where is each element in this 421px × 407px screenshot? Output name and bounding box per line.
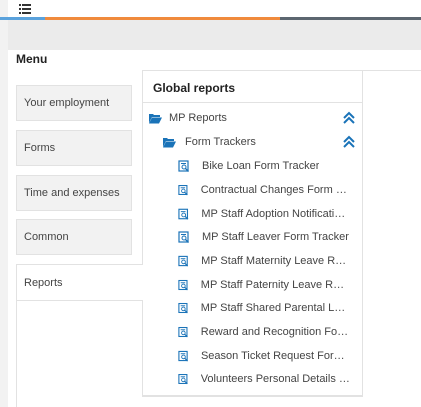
panel-title: Global reports	[153, 81, 236, 95]
folder-label: MP Reports	[169, 112, 227, 124]
report-icon	[178, 350, 189, 362]
report-item[interactable]: Bike Loan Form Tracker	[178, 160, 350, 172]
report-item[interactable]: MP Staff Shared Parental Leave...	[178, 302, 350, 314]
report-item[interactable]: MP Staff Maternity Leave Requ...	[178, 255, 350, 267]
report-icon	[178, 185, 188, 196]
report-icon	[178, 255, 189, 267]
report-label: Season Ticket Request Form Tr...	[200, 350, 350, 362]
report-item[interactable]: Volunteers Personal Details Cha...	[178, 373, 350, 385]
double-chevron-up-icon[interactable]	[342, 111, 356, 125]
panel-bottom-rule	[142, 396, 363, 397]
menu-item-label: Forms	[24, 142, 56, 154]
report-icon	[178, 208, 189, 220]
report-label: Reward and Recognition Form T...	[200, 326, 350, 338]
menu-item-label: Your employment	[24, 97, 110, 109]
hamburger-button[interactable]	[8, 0, 41, 18]
report-icon	[178, 374, 188, 385]
menu-icon	[18, 4, 31, 14]
folder-open-icon	[163, 137, 176, 147]
report-icon	[178, 231, 189, 243]
menu-item-time-and-expenses[interactable]: Time and expenses	[16, 175, 132, 211]
panel-top-rule	[363, 70, 421, 71]
report-label: MP Staff Adoption Notification ...	[201, 208, 350, 220]
menu-item-forms[interactable]: Forms	[16, 130, 132, 166]
menu-item-common[interactable]: Common	[16, 219, 132, 255]
menu-item-reports[interactable]: Reports	[16, 264, 143, 301]
report-icon	[178, 279, 188, 291]
folder-mp-reports[interactable]: MP Reports	[149, 112, 227, 124]
report-item[interactable]: Season Ticket Request Form Tr...	[178, 350, 350, 362]
double-chevron-up-icon[interactable]	[342, 135, 356, 149]
folder-form-trackers[interactable]: Form Trackers	[163, 136, 256, 148]
report-icon	[178, 160, 189, 172]
report-label: MP Staff Maternity Leave Requ...	[201, 255, 350, 267]
report-label: Bike Loan Form Tracker	[202, 160, 320, 172]
report-item[interactable]: MP Staff Adoption Notification ...	[178, 208, 350, 220]
menu-divider	[16, 300, 17, 407]
folder-open-icon	[149, 113, 162, 123]
left-strip	[0, 0, 8, 407]
menu-item-label: Time and expenses	[24, 187, 120, 199]
report-label: Contractual Changes Form (MP ...	[200, 184, 350, 196]
global-reports-panel: Global reports MP Reports Form Trackers …	[142, 70, 363, 396]
menu-item-your-employment[interactable]: Your employment	[16, 85, 132, 121]
report-item[interactable]: MP Staff Leaver Form Tracker	[178, 231, 350, 243]
report-icon	[178, 302, 188, 314]
report-item[interactable]: MP Staff Paternity Leave Reque...	[178, 279, 350, 291]
menu-item-label: Reports	[24, 276, 63, 289]
sub-header-bar	[8, 20, 421, 50]
menu-title: Menu	[16, 52, 48, 66]
folder-label: Form Trackers	[185, 136, 256, 148]
report-icon	[178, 326, 188, 338]
panel-divider	[143, 102, 362, 103]
report-item[interactable]: Reward and Recognition Form T...	[178, 326, 350, 338]
top-bar	[8, 0, 421, 18]
report-label: Volunteers Personal Details Cha...	[200, 373, 350, 385]
report-label: MP Staff Shared Parental Leave...	[200, 302, 350, 314]
menu-item-label: Common	[24, 231, 69, 243]
report-item[interactable]: Contractual Changes Form (MP ...	[178, 184, 350, 196]
report-label: MP Staff Leaver Form Tracker	[202, 231, 349, 243]
report-label: MP Staff Paternity Leave Reque...	[200, 279, 350, 291]
